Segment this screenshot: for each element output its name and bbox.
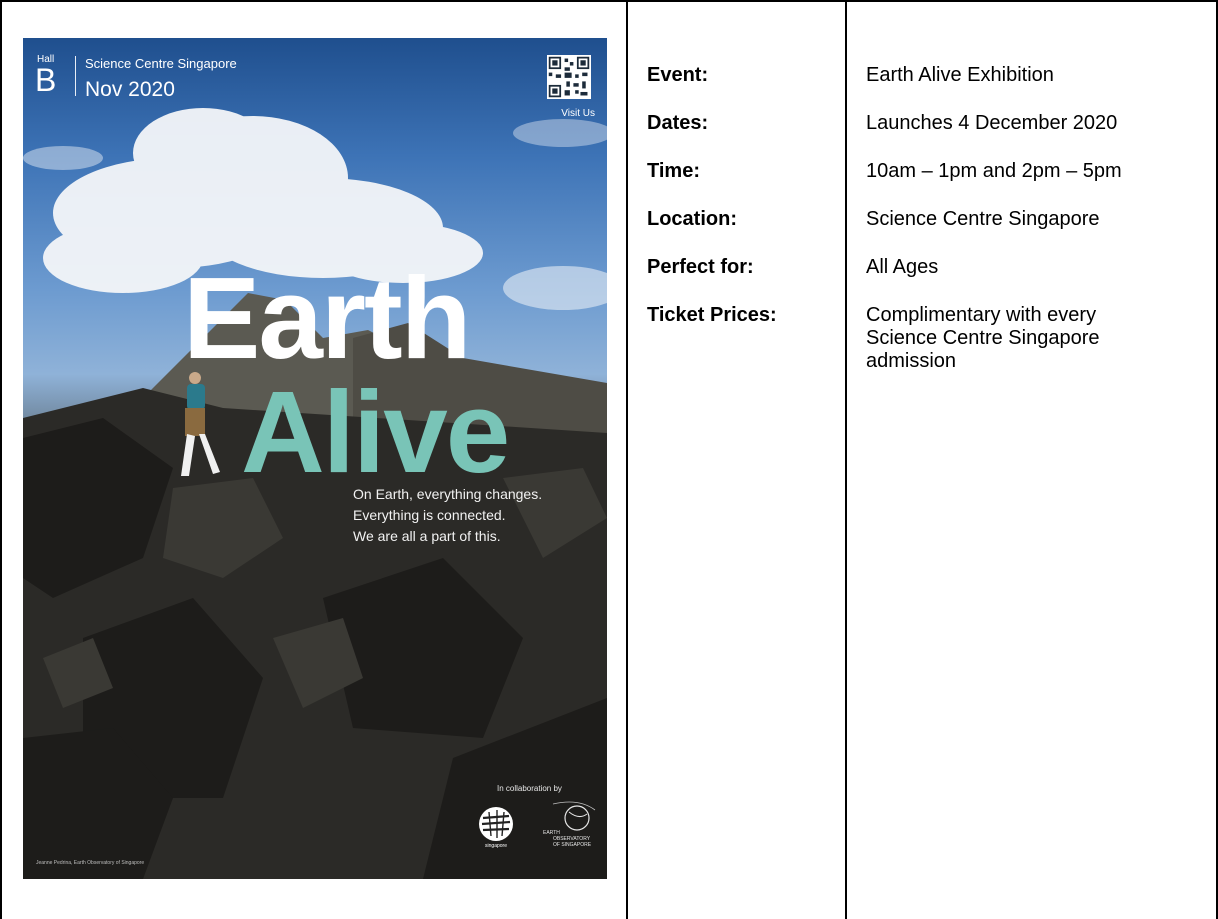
location-label: Location: — [647, 208, 737, 230]
exhibition-poster: Hall B Science Centre Singapore Nov 2020… — [23, 38, 607, 879]
earth-observatory-logo: EARTH OBSERVATORY OF SINGAPORE — [543, 801, 596, 848]
table-left-border — [0, 0, 2, 919]
event-value: Earth Alive Exhibition — [866, 64, 1054, 86]
dates-label: Dates: — [647, 112, 709, 134]
audience-value: All Ages — [866, 256, 939, 278]
poster-month: Nov 2020 — [85, 78, 175, 101]
event-label: Event: — [647, 64, 709, 86]
header-divider — [75, 56, 76, 96]
tagline-line: Everything is connected. — [353, 507, 506, 523]
poster-tagline: On Earth, everything changes. Everything… — [353, 484, 542, 547]
column-divider-2 — [845, 0, 847, 919]
svg-text:singapore: singapore — [485, 843, 507, 849]
ticket-prices-value: Complimentary with every Science Centre … — [866, 304, 1100, 372]
photo-credit: Jeanne Pedrina, Earth Observatory of Sin… — [36, 860, 145, 866]
time-value: 10am – 1pm and 2pm – 5pm — [866, 160, 1122, 182]
poster-title-earth: Earth — [183, 253, 472, 383]
tagline-line: We are all a part of this. — [353, 528, 501, 544]
poster-venue: Science Centre Singapore — [85, 56, 237, 71]
hall-letter: B — [35, 62, 57, 98]
tagline-line: On Earth, everything changes. — [353, 486, 543, 502]
column-divider-1 — [626, 0, 628, 919]
location-value: Science Centre Singapore — [866, 208, 1100, 230]
collaboration-label: In collaboration by — [497, 784, 562, 793]
dates-value: Launches 4 December 2020 — [866, 112, 1118, 134]
svg-text:OF SINGAPORE: OF SINGAPORE — [553, 842, 592, 848]
ticket-prices-label: Ticket Prices: — [647, 304, 777, 326]
time-label: Time: — [647, 160, 700, 182]
science-centre-logo: singapore — [479, 807, 513, 849]
audience-label: Perfect for: — [647, 256, 754, 278]
qr-caption: Visit Us — [561, 108, 595, 119]
poster-title-alive: Alive — [241, 367, 510, 497]
table-top-border — [0, 0, 1218, 2]
qr-code-icon[interactable] — [547, 55, 591, 99]
